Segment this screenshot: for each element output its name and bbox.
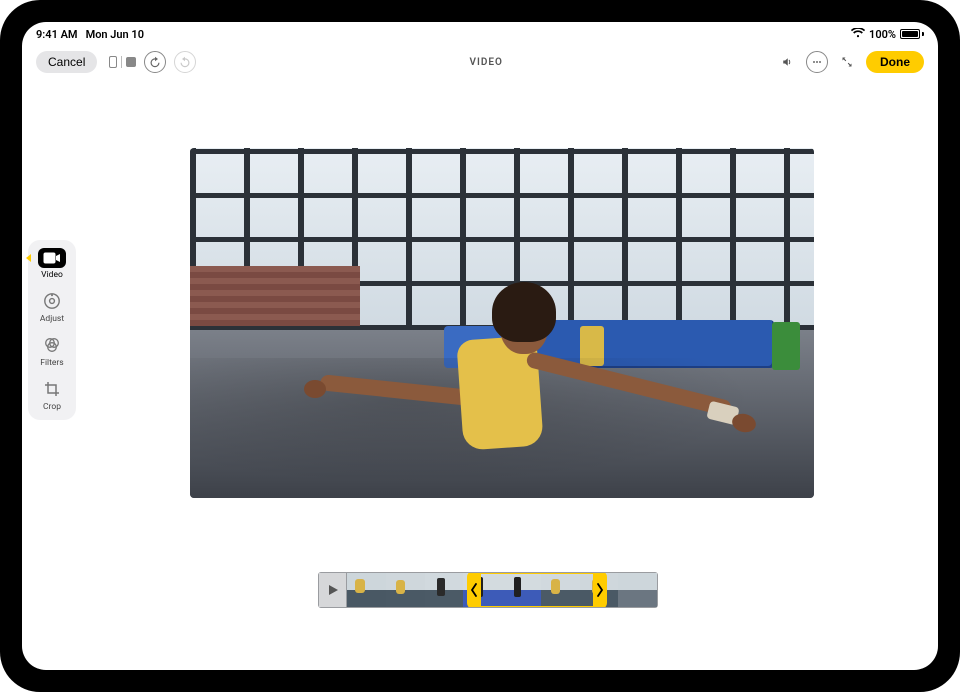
ipad-frame: 9:41 AM Mon Jun 10 100% Cancel <box>0 0 960 692</box>
video-frame <box>190 148 814 498</box>
sidebar-item-label: Adjust <box>40 314 64 324</box>
sidebar-item-video[interactable]: Video <box>30 246 74 282</box>
frame-viewer <box>318 572 658 608</box>
toolbar: Cancel VIDEO <box>22 42 938 82</box>
edit-sidebar: Video Adjust Filters Crop <box>28 240 76 420</box>
done-button[interactable]: Done <box>866 51 924 73</box>
battery-percent: 100% <box>869 28 896 41</box>
timeline[interactable] <box>347 573 657 607</box>
frame-thumb <box>541 573 580 607</box>
sidebar-item-label: Video <box>41 270 63 280</box>
frame-thumb <box>502 573 541 607</box>
undo-button[interactable] <box>144 51 166 73</box>
fullscreen-button[interactable] <box>836 51 858 73</box>
crop-icon <box>41 378 63 400</box>
play-button[interactable] <box>319 573 347 607</box>
trim-handle-right[interactable] <box>593 573 607 607</box>
frame-thumb <box>347 573 386 607</box>
sidebar-item-crop[interactable]: Crop <box>30 376 74 414</box>
status-bar: 9:41 AM Mon Jun 10 100% <box>22 22 938 42</box>
status-date: Mon Jun 10 <box>86 28 144 41</box>
frame-thumb <box>386 573 425 607</box>
status-right: 100% <box>851 28 924 41</box>
sidebar-item-label: Filters <box>40 358 63 368</box>
sidebar-item-filters[interactable]: Filters <box>30 332 74 370</box>
battery-icon <box>900 29 924 39</box>
trim-handle-left[interactable] <box>467 573 481 607</box>
square-icon <box>126 57 136 67</box>
screen: 9:41 AM Mon Jun 10 100% Cancel <box>22 22 938 670</box>
filters-icon <box>41 334 63 356</box>
portrait-icon <box>109 56 117 68</box>
adjust-icon <box>41 290 63 312</box>
toolbar-title: VIDEO <box>204 57 768 68</box>
wifi-icon <box>851 28 865 41</box>
video-icon <box>38 248 66 268</box>
frame-thumb <box>618 573 657 607</box>
sidebar-item-adjust[interactable]: Adjust <box>30 288 74 326</box>
volume-button[interactable] <box>776 51 798 73</box>
sidebar-item-label: Crop <box>43 402 61 412</box>
cancel-button[interactable]: Cancel <box>36 51 97 73</box>
status-time: 9:41 AM <box>36 28 78 41</box>
redo-button[interactable] <box>174 51 196 73</box>
status-left: 9:41 AM Mon Jun 10 <box>36 28 144 41</box>
frame-thumb <box>425 573 464 607</box>
more-button[interactable] <box>806 51 828 73</box>
aspect-toggle[interactable] <box>109 56 136 68</box>
video-canvas[interactable] <box>190 148 814 498</box>
